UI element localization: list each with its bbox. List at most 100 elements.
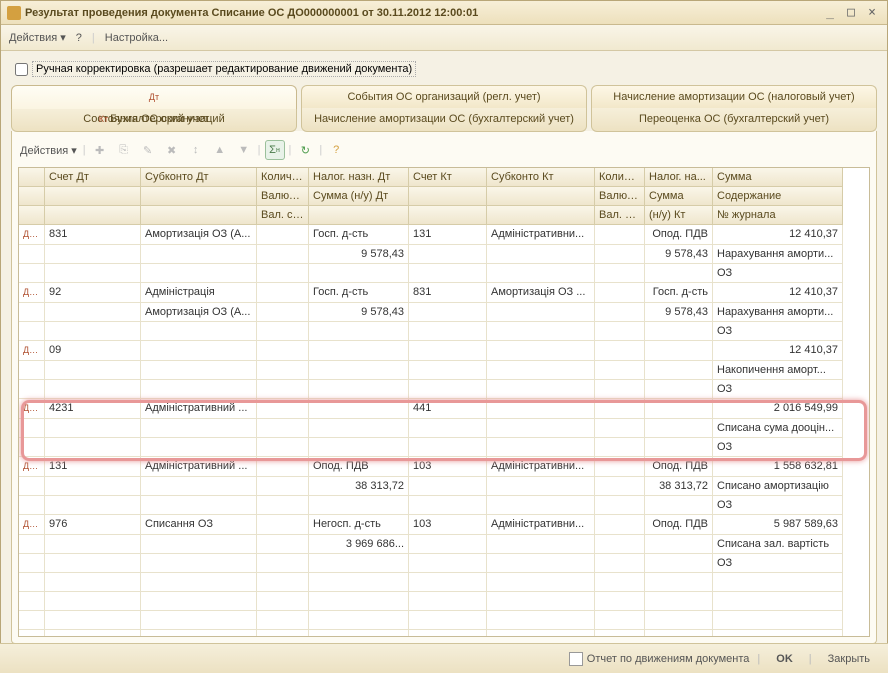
table-cell[interactable] <box>487 380 595 399</box>
table-cell[interactable] <box>487 303 595 322</box>
table-cell[interactable] <box>309 438 409 457</box>
column-header[interactable]: Валюта ... <box>257 187 309 206</box>
table-cell[interactable] <box>45 419 141 438</box>
table-cell[interactable]: Опод. ПДВ <box>645 457 713 477</box>
table-cell[interactable]: 9 578,43 <box>645 303 713 322</box>
table-cell[interactable]: ОЗ <box>713 554 843 573</box>
column-header[interactable] <box>19 206 45 225</box>
table-cell[interactable] <box>713 611 843 630</box>
table-cell[interactable] <box>141 573 257 592</box>
table-cell[interactable] <box>595 477 645 496</box>
table-cell[interactable] <box>595 573 645 592</box>
column-header[interactable]: Налог. назн. Дт <box>309 168 409 187</box>
table-cell[interactable] <box>141 611 257 630</box>
table-cell[interactable] <box>713 630 843 637</box>
column-header[interactable]: Сумма <box>713 168 843 187</box>
table-cell[interactable] <box>45 322 141 341</box>
table-cell[interactable] <box>19 303 45 322</box>
table-cell[interactable] <box>487 419 595 438</box>
table-cell[interactable] <box>19 380 45 399</box>
table-cell[interactable] <box>45 245 141 264</box>
table-cell[interactable]: ОЗ <box>713 438 843 457</box>
table-cell[interactable]: 9 578,43 <box>309 245 409 264</box>
table-cell[interactable] <box>595 554 645 573</box>
table-cell[interactable] <box>257 477 309 496</box>
table-cell[interactable] <box>713 573 843 592</box>
table-cell[interactable]: 976 <box>45 515 141 535</box>
table-cell[interactable] <box>487 496 595 515</box>
table-cell[interactable] <box>595 341 645 361</box>
table-cell[interactable] <box>257 322 309 341</box>
table-cell[interactable] <box>19 419 45 438</box>
table-cell[interactable] <box>487 438 595 457</box>
column-header[interactable]: Сумма <box>645 187 713 206</box>
table-cell[interactable]: Дт Кт <box>19 283 45 303</box>
table-cell[interactable] <box>409 264 487 283</box>
table-cell[interactable]: 09 <box>45 341 141 361</box>
table-cell[interactable]: Опод. ПДВ <box>645 225 713 245</box>
table-cell[interactable] <box>141 341 257 361</box>
table-cell[interactable]: 3 969 686... <box>309 535 409 554</box>
table-cell[interactable] <box>19 438 45 457</box>
report-link[interactable]: Отчет по движениям документа <box>569 652 750 666</box>
table-cell[interactable] <box>409 496 487 515</box>
table-cell[interactable] <box>19 592 45 611</box>
table-cell[interactable]: 5 987 589,63 <box>713 515 843 535</box>
column-header[interactable]: Счет Дт <box>45 168 141 187</box>
table-cell[interactable]: ОЗ <box>713 322 843 341</box>
table-cell[interactable]: Госп. д-сть <box>645 283 713 303</box>
table-cell[interactable] <box>595 515 645 535</box>
table-cell[interactable] <box>645 361 713 380</box>
column-header[interactable] <box>141 206 257 225</box>
column-header[interactable]: Содержание <box>713 187 843 206</box>
column-header[interactable] <box>409 187 487 206</box>
table-cell[interactable]: 12 410,37 <box>713 225 843 245</box>
table-cell[interactable]: 9 578,43 <box>309 303 409 322</box>
table-cell[interactable] <box>595 245 645 264</box>
table-cell[interactable] <box>409 341 487 361</box>
table-cell[interactable] <box>595 438 645 457</box>
table-cell[interactable] <box>487 245 595 264</box>
tab-amort-tax[interactable]: Начисление амортизации ОС (налоговый уче… <box>591 85 877 109</box>
table-cell[interactable] <box>645 399 713 419</box>
table-cell[interactable] <box>257 264 309 283</box>
table-cell[interactable] <box>409 573 487 592</box>
table-cell[interactable] <box>309 419 409 438</box>
maximize-button[interactable]: □ <box>842 5 860 21</box>
table-cell[interactable] <box>595 496 645 515</box>
table-cell[interactable] <box>309 611 409 630</box>
table-cell[interactable] <box>45 477 141 496</box>
table-cell[interactable]: Адміністративни... <box>487 457 595 477</box>
table-cell[interactable] <box>257 457 309 477</box>
table-cell[interactable] <box>409 322 487 341</box>
table-cell[interactable] <box>309 592 409 611</box>
table-cell[interactable] <box>595 380 645 399</box>
table-cell[interactable]: 441 <box>409 399 487 419</box>
column-header[interactable] <box>19 168 45 187</box>
close-window-button[interactable]: × <box>863 5 881 21</box>
add-icon[interactable]: ✚ <box>90 140 110 160</box>
table-cell[interactable]: Списання ОЗ <box>141 515 257 535</box>
table-cell[interactable] <box>409 630 487 637</box>
table-cell[interactable]: Списана сума дооцін... <box>713 419 843 438</box>
table-cell[interactable]: ОЗ <box>713 380 843 399</box>
table-cell[interactable]: 831 <box>45 225 141 245</box>
table-cell[interactable] <box>45 554 141 573</box>
tab-revaluation[interactable]: Переоценка ОС (бухгалтерский учет) <box>591 108 877 132</box>
column-header[interactable]: Количе... <box>595 168 645 187</box>
help-icon[interactable]: ? <box>326 140 346 160</box>
table-cell[interactable]: Дт Кт <box>19 341 45 361</box>
table-cell[interactable]: Негосп. д-сть <box>309 515 409 535</box>
table-cell[interactable] <box>257 554 309 573</box>
table-cell[interactable]: 12 410,37 <box>713 341 843 361</box>
copy-icon[interactable]: ⎘ <box>114 140 134 160</box>
table-cell[interactable]: Опод. ПДВ <box>645 515 713 535</box>
table-cell[interactable] <box>487 554 595 573</box>
table-cell[interactable] <box>257 496 309 515</box>
table-cell[interactable] <box>487 322 595 341</box>
tab-accounting[interactable]: ДтКтБухгалтерский учет <box>11 85 297 109</box>
table-cell[interactable] <box>45 361 141 380</box>
table-cell[interactable] <box>257 380 309 399</box>
table-cell[interactable] <box>19 554 45 573</box>
column-header[interactable] <box>487 187 595 206</box>
